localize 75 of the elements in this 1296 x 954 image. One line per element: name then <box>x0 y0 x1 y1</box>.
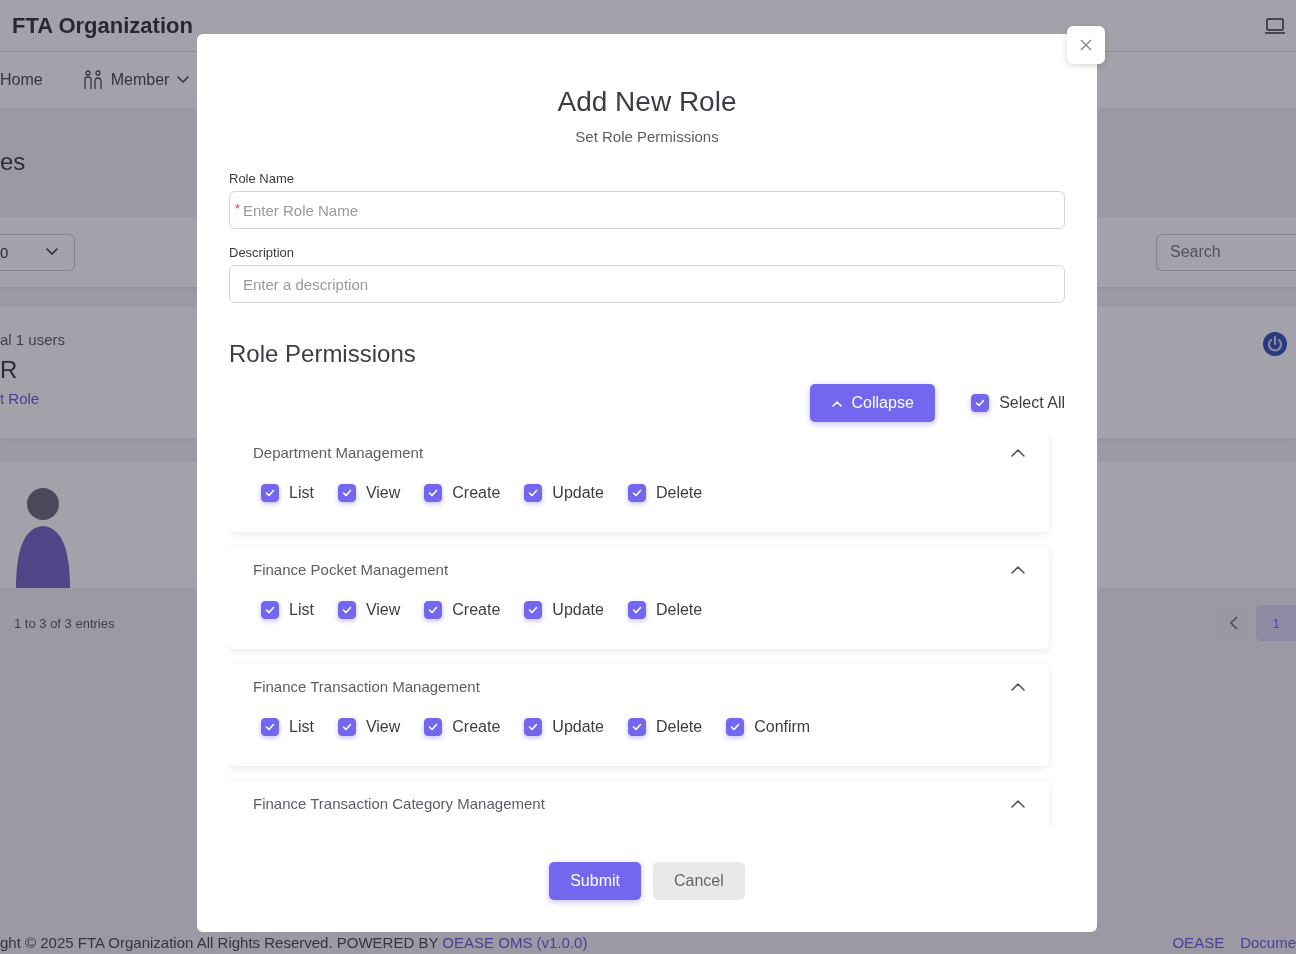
chevron-down-icon <box>46 248 58 256</box>
section-title: Role Permissions <box>229 340 417 368</box>
group-title: Finance Pocket Management <box>253 561 449 578</box>
search-field[interactable]: Search <box>1156 233 1296 271</box>
required-mark: * <box>235 202 241 215</box>
checkbox-label: List <box>289 601 314 619</box>
copyright-text: ght © 2025 FTA Organization All Rights Reserved. POWERED BY OEASE OMS (v1.0.0) <box>0 933 588 951</box>
collapse-button[interactable]: Collapse <box>810 384 936 422</box>
checkbox[interactable] <box>424 601 443 619</box>
input-field[interactable]: Enter a description <box>229 265 1065 303</box>
checkbox-label: Delete <box>655 601 703 619</box>
chevron-down-icon <box>177 76 190 84</box>
group-title: Finance Transaction Management <box>253 678 480 695</box>
people-icon <box>82 70 103 90</box>
checkbox-label: Create <box>452 718 501 736</box>
checkbox-label: Confirm <box>754 718 811 736</box>
chevron-up-icon <box>831 399 842 407</box>
page-button[interactable]: 1 <box>1256 605 1296 641</box>
checkbox-label: Create <box>452 484 501 502</box>
checkbox-label: View <box>365 601 401 619</box>
field-label: Role Name <box>229 171 296 186</box>
power-icon <box>1262 331 1288 357</box>
checkbox[interactable] <box>337 718 356 736</box>
group-title: Finance Transaction Category Management <box>253 795 545 812</box>
edit-role-link[interactable]: t Role <box>0 390 66 407</box>
checkbox[interactable] <box>424 718 443 736</box>
checkbox-label: Update <box>552 601 604 619</box>
powered-by-link[interactable]: OEASE OMS (v1.0.0) <box>442 933 588 951</box>
checkbox[interactable] <box>337 601 356 619</box>
close-icon <box>1080 39 1092 51</box>
app-title: FTA Organization <box>12 12 193 39</box>
entries-info: 1 to 3 of 3 entries <box>13 615 115 631</box>
role-name: R <box>0 356 19 384</box>
dialog-title: Add New Role <box>556 86 738 118</box>
checkbox-label: Update <box>552 718 604 736</box>
checkbox[interactable] <box>971 394 990 412</box>
checkbox[interactable] <box>261 484 279 502</box>
submit-button[interactable]: Submit <box>549 862 641 900</box>
footer-link[interactable]: Docume <box>1240 933 1296 951</box>
nav-item[interactable]: Member <box>82 70 190 90</box>
checkbox[interactable] <box>627 718 646 736</box>
checkbox-label: View <box>365 718 401 736</box>
checkbox[interactable] <box>524 718 543 736</box>
checkbox-label: Delete <box>655 718 703 736</box>
checkbox[interactable] <box>627 601 646 619</box>
close-button[interactable] <box>1067 26 1105 64</box>
field-label: Description <box>229 245 296 260</box>
user-count: al 1 users <box>0 331 66 348</box>
chevron-up-icon[interactable] <box>1011 565 1025 574</box>
chevron-up-icon[interactable] <box>1011 799 1025 808</box>
group-title: Department Management <box>253 444 424 461</box>
checkbox[interactable] <box>261 718 279 736</box>
checkbox-label: Create <box>452 601 501 619</box>
page-heading: es <box>0 147 26 176</box>
nav-item[interactable]: Home <box>0 71 43 89</box>
checkbox[interactable] <box>627 484 646 502</box>
checkbox-label: List <box>289 718 314 736</box>
checkbox[interactable] <box>524 484 543 502</box>
checkbox-label: View <box>365 484 401 502</box>
chevron-up-icon[interactable] <box>1011 448 1025 457</box>
checkbox-label: List <box>289 484 314 502</box>
cancel-button[interactable]: Cancel <box>653 862 745 900</box>
laptop-icon[interactable] <box>1264 16 1286 35</box>
checkbox[interactable] <box>726 718 745 736</box>
footer-link[interactable]: OEASE <box>1172 933 1225 951</box>
checkbox[interactable] <box>524 601 543 619</box>
checkbox-label: Delete <box>655 484 703 502</box>
checkbox-label: Update <box>552 484 604 502</box>
checkbox-label: Select All <box>999 394 1065 412</box>
page-size-select[interactable]: 0 <box>0 233 75 271</box>
chevron-up-icon[interactable] <box>1011 682 1025 691</box>
dialog-subtitle: Set Role Permissions <box>574 128 720 145</box>
checkbox[interactable] <box>424 484 443 502</box>
checkbox[interactable] <box>261 601 279 619</box>
checkbox[interactable] <box>337 484 356 502</box>
